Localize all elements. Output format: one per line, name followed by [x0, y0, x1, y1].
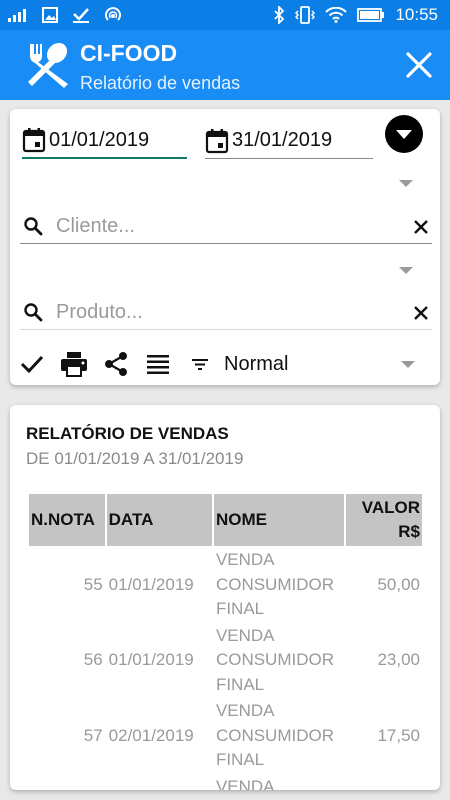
sales-table: N.NOTA DATA NOME VALOR R$ 55 01/01/2019 …	[27, 494, 424, 790]
mode-dropdown-caret[interactable]	[401, 361, 415, 368]
status-bar: 10:55	[0, 0, 450, 30]
date-start-value: 01/01/2019	[49, 128, 150, 151]
cell-nota: 57	[83, 725, 103, 745]
search-icon	[24, 302, 43, 321]
cell-nota	[29, 773, 105, 791]
table-row: 56 01/01/2019 VENDA CONSUMIDOR FINAL 23,…	[29, 622, 422, 698]
cell-data: 01/01/2019	[108, 650, 194, 669]
column-header-data: DATA	[106, 494, 212, 546]
app-bar: CI-FOOD Relatório de vendas	[0, 30, 450, 100]
cliente-search-input[interactable]	[56, 215, 412, 238]
clock: 10:55	[395, 5, 438, 24]
signal-icon	[8, 9, 26, 22]
battery-icon	[357, 8, 385, 22]
column-header-nota: N.NOTA	[29, 494, 105, 546]
produto-dropdown-caret[interactable]	[399, 267, 413, 274]
print-icon	[61, 352, 87, 377]
column-header-valor: VALOR R$	[345, 494, 422, 546]
cell-valor: 50,00	[377, 574, 420, 594]
table-row: VENDA	[29, 773, 422, 791]
share-button[interactable]	[102, 350, 130, 378]
confirm-button[interactable]	[18, 350, 46, 378]
check-icon	[73, 8, 89, 23]
check-icon	[20, 355, 44, 374]
cell-nome: VENDA CONSUMIDOR FINAL	[215, 701, 334, 769]
cell-data	[107, 773, 212, 791]
wifi-icon	[325, 7, 348, 23]
list-icon	[147, 355, 169, 374]
list-view-button[interactable]	[144, 350, 172, 378]
cell-valor	[346, 773, 422, 791]
vibrate-icon	[295, 6, 316, 24]
produto-search-row	[20, 296, 432, 330]
action-toolbar: Normal	[18, 347, 428, 381]
fork-spoon-icon	[28, 42, 68, 88]
cell-nota: 55	[83, 574, 103, 594]
cell-data: 02/01/2019	[108, 725, 194, 745]
filter-icon	[192, 359, 208, 370]
cliente-search-row	[20, 210, 432, 244]
cliente-dropdown-caret[interactable]	[399, 180, 413, 187]
wifi-hotspot-icon	[105, 7, 121, 21]
table-row: 55 01/01/2019 VENDA CONSUMIDOR FINAL 50,…	[29, 546, 422, 622]
calendar-icon	[205, 128, 229, 153]
table-header-row: N.NOTA DATA NOME VALOR R$	[29, 494, 422, 546]
report-period: DE 01/01/2019 A 31/01/2019	[26, 449, 244, 468]
cell-nome: VENDA CONSUMIDOR FINAL	[215, 625, 334, 694]
column-header-nome: NOME	[213, 494, 344, 546]
clear-cliente-icon[interactable]	[412, 218, 430, 236]
date-end-value: 31/01/2019	[232, 129, 333, 151]
date-start-field[interactable]: 01/01/2019	[22, 123, 187, 159]
cell-nota: 56	[83, 650, 103, 669]
date-end-field[interactable]: 31/01/2019	[205, 123, 373, 159]
bluetooth-icon	[274, 6, 285, 24]
table-row: 57 02/01/2019 VENDA CONSUMIDOR FINAL 17,…	[29, 697, 422, 773]
cell-nome: VENDA	[215, 776, 275, 791]
cell-valor: 23,00	[377, 650, 420, 669]
app-subtitle: Relatório de vendas	[80, 73, 241, 93]
print-button[interactable]	[60, 350, 88, 378]
report-card: RELATÓRIO DE VENDAS DE 01/01/2019 A 31/0…	[10, 405, 440, 790]
expand-dropdown-button[interactable]	[385, 115, 423, 153]
filter-button[interactable]	[186, 350, 214, 378]
report-mode-select[interactable]: Normal	[224, 353, 288, 376]
cell-data: 01/01/2019	[108, 574, 194, 594]
cell-nome: VENDA CONSUMIDOR FINAL	[215, 550, 334, 618]
clear-produto-icon[interactable]	[412, 304, 430, 322]
report-title: RELATÓRIO DE VENDAS	[26, 424, 229, 443]
close-icon[interactable]	[404, 50, 434, 80]
app-title: CI-FOOD	[80, 40, 178, 66]
calendar-icon	[22, 128, 46, 153]
share-icon	[105, 352, 127, 376]
search-icon	[24, 216, 43, 235]
cell-valor: 17,50	[377, 725, 420, 745]
filter-card: 01/01/2019 31/01/2019 Normal	[10, 109, 440, 385]
produto-search-input[interactable]	[56, 301, 412, 324]
image-icon	[42, 7, 58, 23]
